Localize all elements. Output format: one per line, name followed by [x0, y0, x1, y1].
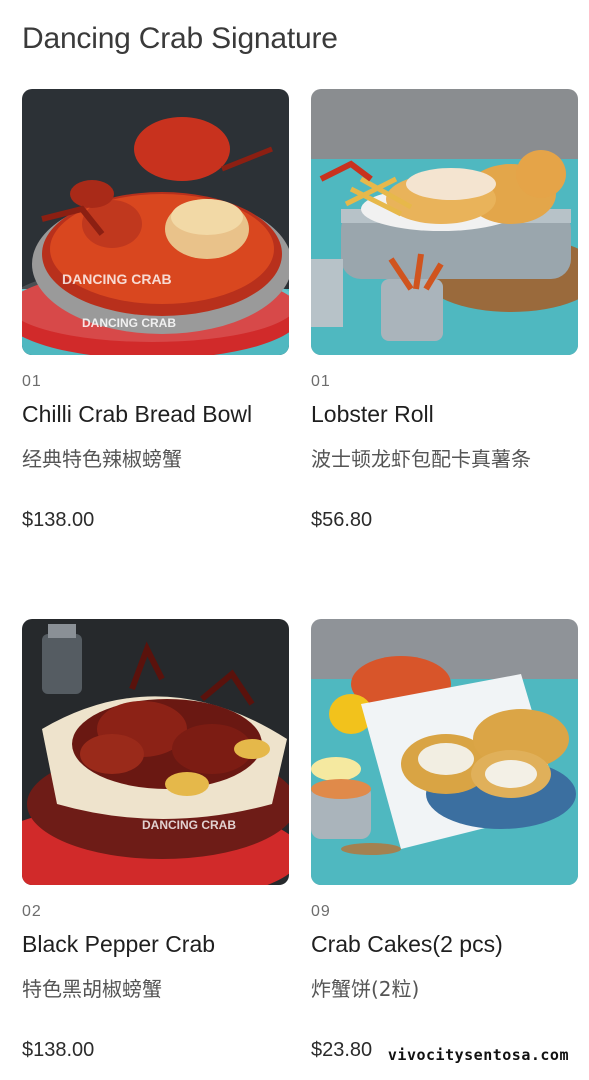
- item-name[interactable]: Chilli Crab Bread Bowl: [22, 401, 252, 428]
- svg-text:DANCING CRAB: DANCING CRAB: [62, 271, 172, 287]
- item-name-chinese: 特色黑胡椒螃蟹: [22, 977, 162, 1001]
- chilli-crab-bread-bowl-photo[interactable]: DANCING CRAB DANCING CRAB: [22, 89, 289, 355]
- item-price: $56.80: [311, 509, 373, 531]
- menu-item-card[interactable]: DANCING CRAB 02 Black Pepper Crab 特色黑胡椒螃…: [22, 619, 289, 1061]
- black-pepper-crab-photo[interactable]: DANCING CRAB: [22, 619, 289, 885]
- item-price: $138.00: [22, 509, 95, 531]
- item-number: 02: [22, 903, 42, 920]
- section-title: Dancing Crab Signature: [22, 22, 338, 55]
- item-name-chinese: 经典特色辣椒螃蟹: [22, 447, 182, 471]
- svg-text:DANCING CRAB: DANCING CRAB: [82, 316, 176, 330]
- item-price: $138.00: [22, 1039, 95, 1061]
- menu-item-card[interactable]: 09 Crab Cakes(2 pcs) 炸蟹饼(2粒) $23.80: [311, 619, 578, 1061]
- svg-text:DANCING CRAB: DANCING CRAB: [142, 818, 236, 832]
- item-price: $23.80: [311, 1039, 373, 1061]
- watermark: vivocitysentosa.com: [373, 1040, 583, 1070]
- item-name[interactable]: Black Pepper Crab: [22, 931, 215, 958]
- item-name[interactable]: Lobster Roll: [311, 401, 434, 428]
- lobster-roll-photo[interactable]: [311, 89, 578, 355]
- item-name-chinese: 炸蟹饼(2粒): [311, 977, 420, 1001]
- item-name[interactable]: Crab Cakes(2 pcs): [311, 931, 503, 958]
- crab-cakes-photo[interactable]: [311, 619, 578, 885]
- item-number: 09: [311, 903, 331, 920]
- item-name-chinese: 波士顿龙虾包配卡真薯条: [311, 447, 531, 471]
- menu-item-card[interactable]: DANCING CRAB DANCING CRAB 01 Chilli Crab…: [22, 89, 289, 531]
- menu-item-card[interactable]: 01 Lobster Roll 波士顿龙虾包配卡真薯条 $56.80: [311, 89, 578, 531]
- item-number: 01: [22, 373, 42, 390]
- item-number: 01: [311, 373, 331, 390]
